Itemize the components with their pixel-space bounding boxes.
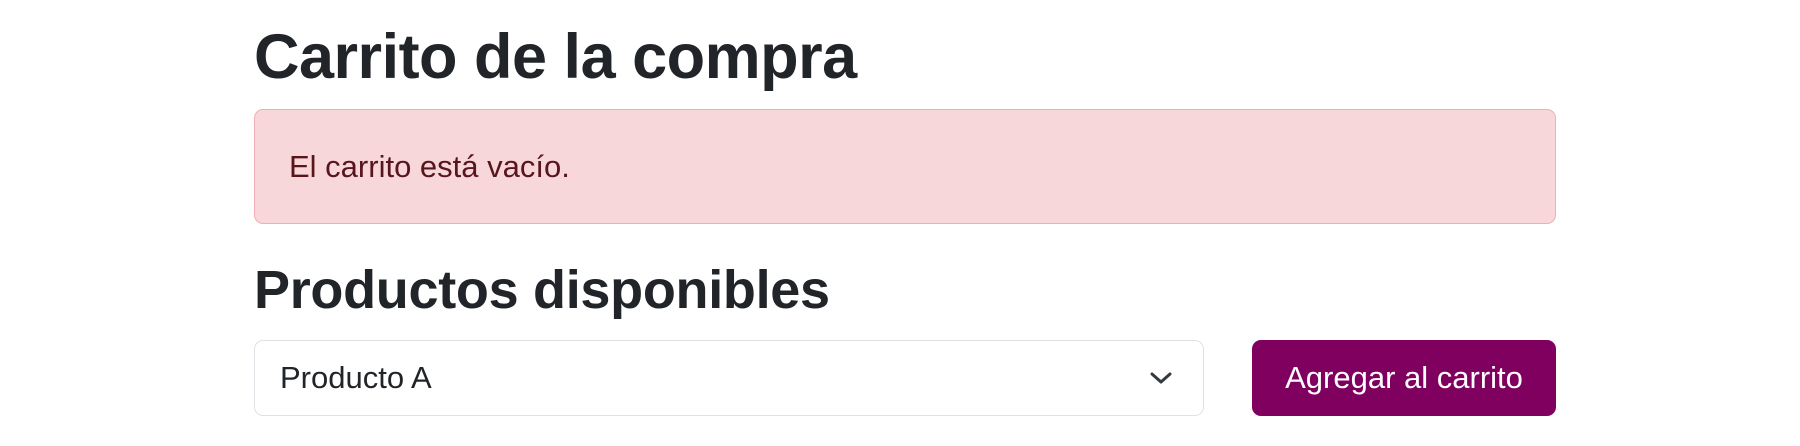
empty-cart-message: El carrito está vacío.: [289, 148, 570, 184]
chevron-down-icon: [1150, 372, 1172, 384]
product-select[interactable]: Producto A: [254, 340, 1204, 416]
empty-cart-alert: El carrito está vacío.: [254, 109, 1556, 224]
product-select-value: Producto A: [280, 360, 432, 395]
page-title: Carrito de la compra: [254, 22, 857, 92]
add-to-cart-button[interactable]: Agregar al carrito: [1252, 340, 1556, 416]
products-section-title: Productos disponibles: [254, 260, 830, 320]
